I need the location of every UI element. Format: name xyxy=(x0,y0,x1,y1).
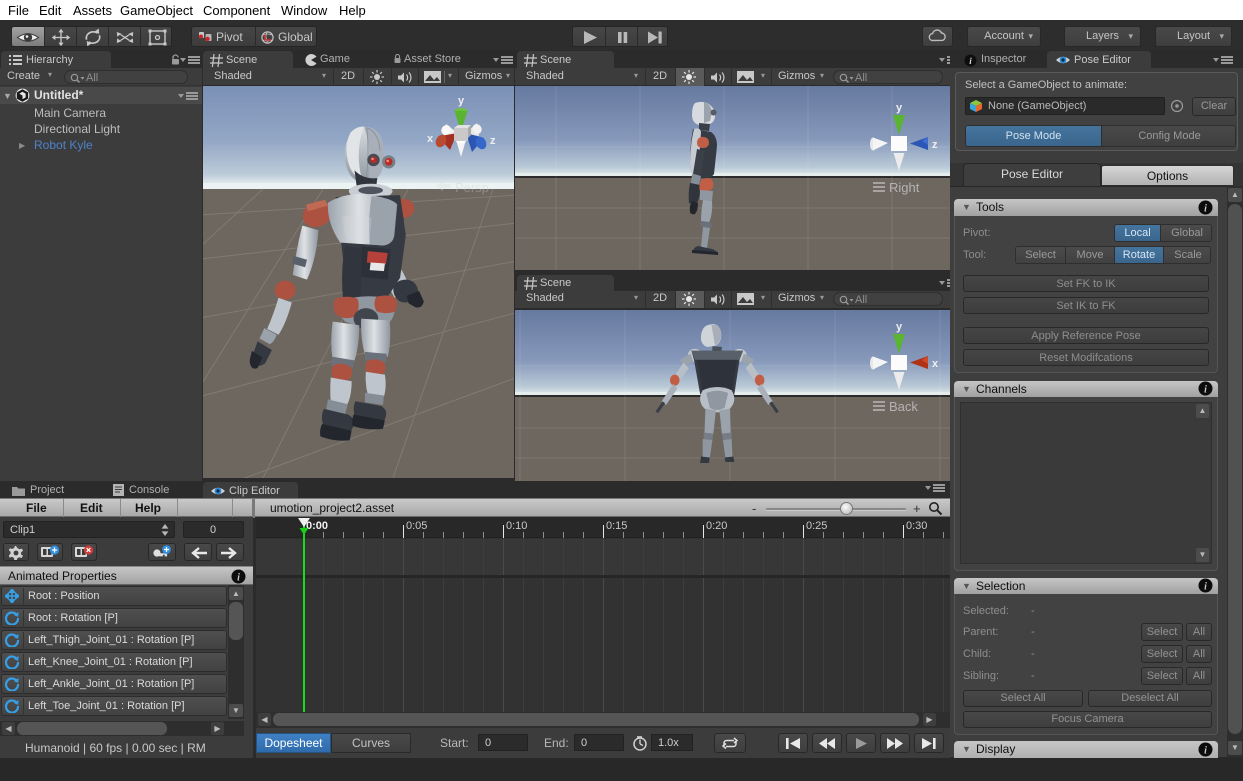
svg-text:x: x xyxy=(427,133,434,145)
svg-text:Persp: Persp xyxy=(455,180,489,195)
svg-text:y: y xyxy=(896,102,903,114)
svg-text:i: i xyxy=(1204,746,1207,757)
svg-text:Back: Back xyxy=(889,399,918,414)
svg-text:Right: Right xyxy=(889,180,920,195)
svg-text:y: y xyxy=(896,321,903,333)
svg-text:x: x xyxy=(932,358,939,370)
svg-text:z: z xyxy=(932,139,938,151)
svg-text:z: z xyxy=(490,135,496,147)
svg-text:i: i xyxy=(1204,582,1207,593)
svg-text:i: i xyxy=(237,573,240,584)
svg-text:i: i xyxy=(1204,204,1207,215)
svg-text:i: i xyxy=(1204,385,1207,396)
svg-text:y: y xyxy=(458,95,465,107)
